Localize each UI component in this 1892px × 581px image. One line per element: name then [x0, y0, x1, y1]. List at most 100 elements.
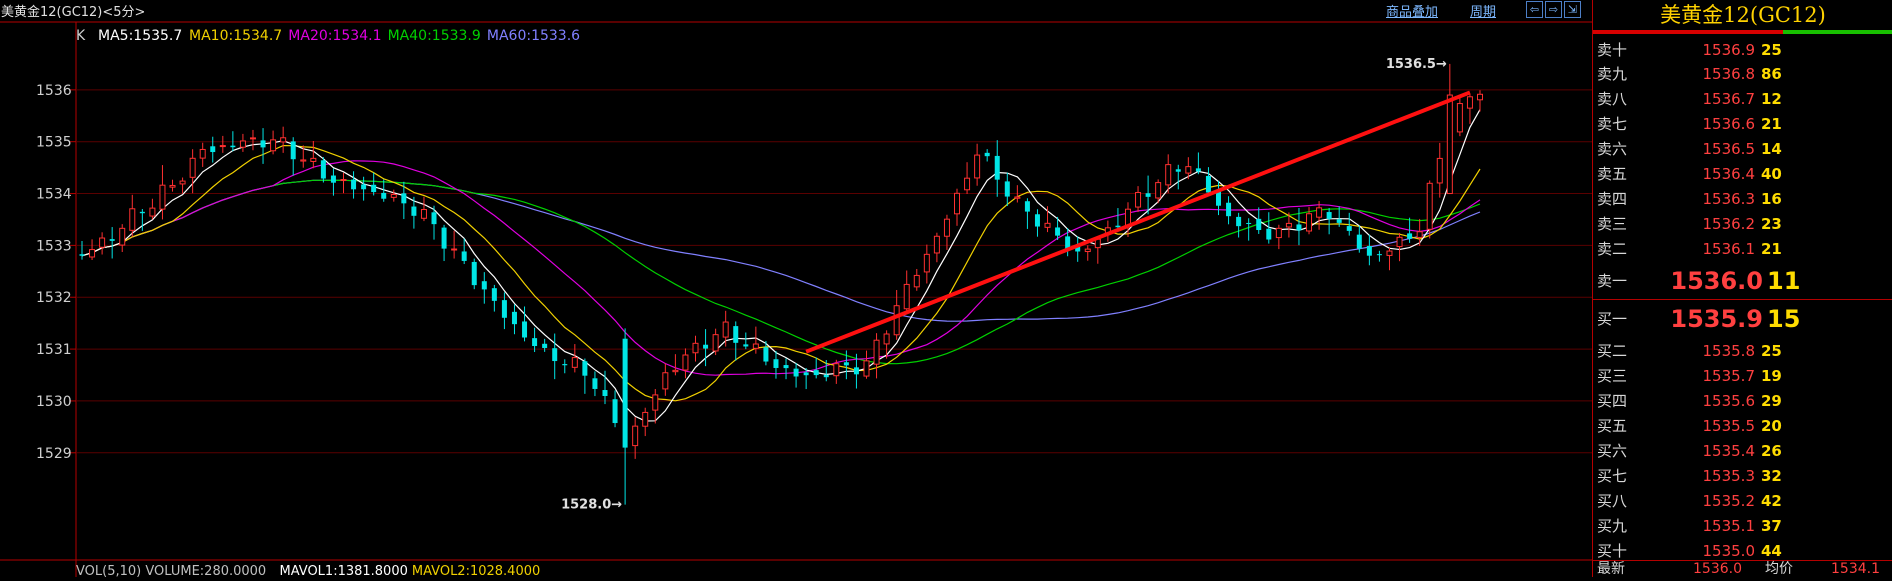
ask-label: 卖四: [1597, 190, 1628, 208]
candle-body: [1185, 166, 1192, 174]
bid-label: 买四: [1597, 392, 1628, 410]
candle-body: [249, 137, 256, 140]
candle-body: [1446, 94, 1453, 195]
y-tick-label: 1535: [36, 135, 72, 151]
bid-label: 买七: [1597, 467, 1628, 485]
candle-body: [210, 146, 216, 153]
candle-body: [793, 368, 799, 377]
bid-row[interactable]: 买一 1535.9 15: [1593, 303, 1892, 335]
candle-body: [1426, 182, 1433, 230]
candle-body: [1115, 225, 1121, 228]
candle-body: [1044, 222, 1051, 228]
ask-volume: 21: [1761, 240, 1782, 258]
chart-title: 美黄金12(GC12)<5分>: [1, 5, 146, 20]
bid-price: 1535.8: [1702, 342, 1756, 360]
candle-body: [752, 343, 759, 349]
ask-row[interactable]: 卖七 1536.6 21: [1593, 112, 1892, 136]
candle-body: [883, 333, 890, 345]
kline-chart[interactable]: 1536 1535 1534 1533 1532 1531 1530 1529 1536.5→ 1…: [0, 0, 1592, 579]
candle-body: [199, 148, 206, 159]
bid-row[interactable]: 买八 1535.2 42: [1593, 489, 1892, 513]
bid-row[interactable]: 买七 1535.3 32: [1593, 464, 1892, 488]
candle-body: [169, 184, 176, 188]
bid-row[interactable]: 买二 1535.8 25: [1593, 339, 1892, 363]
candle-body: [773, 359, 779, 368]
candle-body: [1477, 93, 1483, 101]
bid-row[interactable]: 买三 1535.7 19: [1593, 364, 1892, 388]
candle-body: [994, 155, 1000, 180]
bid-volume: 26: [1761, 442, 1782, 460]
candle-body: [763, 347, 769, 362]
candle-body: [672, 369, 679, 373]
ask-price: 1536.5: [1702, 140, 1756, 158]
high-marker-label: 1536.5→: [1386, 57, 1447, 72]
candle-body: [1456, 103, 1463, 133]
ask-price: 1536.6: [1702, 115, 1756, 133]
period-link[interactable]: 周期: [1470, 1, 1496, 20]
ask-row[interactable]: 卖二 1536.1 21: [1593, 237, 1892, 261]
bid-row[interactable]: 买四 1535.6 29: [1593, 389, 1892, 413]
ask-volume: 40: [1761, 165, 1782, 183]
candle-body: [501, 300, 507, 318]
ma10-line: [81, 144, 1481, 402]
bid-row[interactable]: 买五 1535.5 20: [1593, 414, 1892, 438]
candle-body: [843, 362, 849, 366]
candle-body: [149, 207, 156, 217]
ask-price: 1536.1: [1702, 240, 1756, 258]
overlay-link[interactable]: 商品叠加: [1386, 1, 1438, 20]
quote-title: 美黄金12(GC12): [1660, 3, 1826, 27]
candle-body: [783, 365, 789, 369]
candle-body: [571, 357, 578, 368]
kline-chart-panel[interactable]: 1536 1535 1534 1533 1532 1531 1530 1529 1536.5→ 1…: [0, 0, 1592, 579]
ask-row[interactable]: 卖四 1536.3 16: [1593, 187, 1892, 211]
bid-label: 买三: [1597, 367, 1628, 385]
candle-body: [411, 206, 417, 216]
candle-body: [863, 360, 870, 377]
bid-label: 买五: [1597, 417, 1628, 435]
candle-body: [833, 363, 840, 377]
ask-row[interactable]: 卖一 1536.0 11: [1593, 265, 1892, 297]
ask-label: 卖九: [1597, 65, 1628, 83]
arrow-left-icon[interactable]: ⇦: [1526, 1, 1543, 18]
candle-body: [1416, 231, 1423, 238]
ask-row[interactable]: 卖十 1536.9 25: [1593, 38, 1892, 62]
latest-value: 1536.0: [1693, 561, 1742, 577]
bid-label: 买二: [1597, 342, 1628, 360]
candle-body: [743, 344, 749, 347]
bid-volume: 37: [1761, 517, 1782, 535]
candle-body: [1155, 182, 1162, 199]
expand-icon[interactable]: ⇲: [1564, 1, 1581, 18]
ask-volume: 12: [1761, 90, 1782, 108]
candle-body: [1436, 157, 1443, 184]
bid-row[interactable]: 买九 1535.1 37: [1593, 514, 1892, 538]
y-tick-label: 1536: [36, 83, 72, 99]
arrow-right-icon[interactable]: ⇨: [1545, 1, 1562, 18]
candle-body: [330, 175, 336, 183]
bid-price: 1535.5: [1702, 417, 1756, 435]
ask-label: 卖三: [1597, 215, 1628, 233]
ask-label: 卖十: [1597, 41, 1628, 59]
candle-body: [522, 321, 528, 338]
ask-row[interactable]: 卖三 1536.2 23: [1593, 212, 1892, 236]
bid-volume: 15: [1767, 305, 1801, 333]
avg-label: 均价: [1765, 561, 1793, 577]
candle-body: [1256, 218, 1262, 231]
candle-body: [1004, 181, 1010, 197]
candle-body: [361, 184, 367, 190]
candle-body: [1236, 216, 1242, 227]
ask-row[interactable]: 卖五 1536.4 40: [1593, 162, 1892, 186]
ask-label: 卖八: [1597, 90, 1628, 108]
bid-row[interactable]: 买六 1535.4 26: [1593, 439, 1892, 463]
candle-body: [1346, 226, 1352, 231]
bid-volume: 32: [1761, 467, 1782, 485]
bid-price: 1535.9: [1670, 305, 1763, 333]
trend-line[interactable]: [805, 90, 1471, 354]
ask-bid-divider: [1593, 299, 1892, 300]
ask-row[interactable]: 卖八 1536.7 12: [1593, 87, 1892, 111]
candle-body: [481, 281, 487, 290]
ask-row[interactable]: 卖九 1536.8 86: [1593, 62, 1892, 86]
candle-body: [1306, 213, 1313, 232]
ask-row[interactable]: 卖六 1536.5 14: [1593, 137, 1892, 161]
candle-body: [230, 145, 236, 148]
avg-value: 1534.1: [1831, 561, 1880, 577]
